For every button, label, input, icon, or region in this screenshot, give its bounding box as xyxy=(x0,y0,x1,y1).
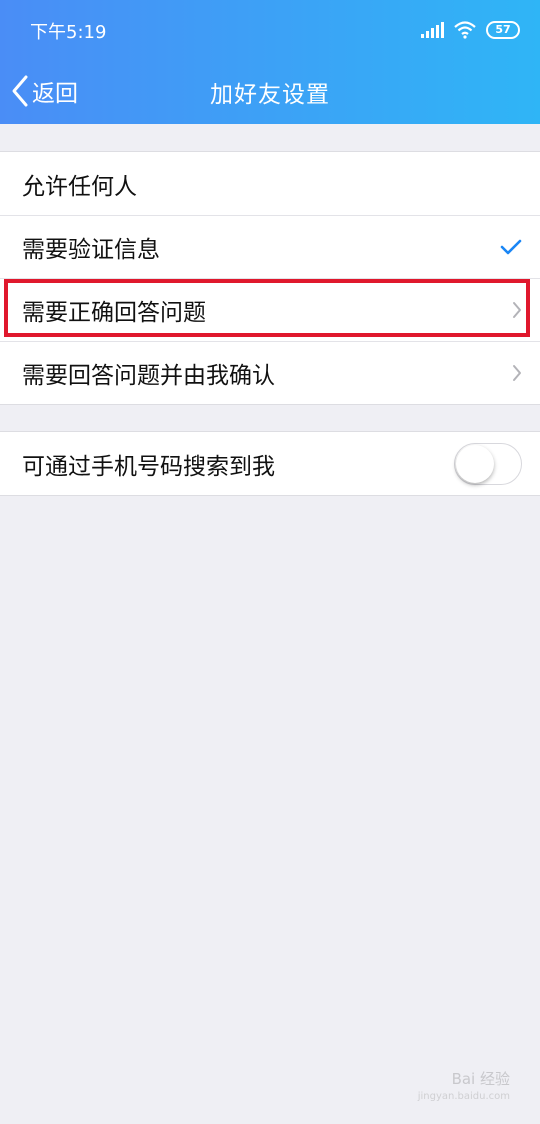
option-label: 允许任何人 xyxy=(22,173,137,200)
watermark-text: Bai 经验 xyxy=(451,1070,510,1088)
status-icons: 57 xyxy=(421,18,520,42)
option-label: 需要验证信息 xyxy=(22,236,160,263)
option-label: 需要回答问题并由我确认 xyxy=(22,362,275,389)
battery-icon: 57 xyxy=(486,21,520,39)
chevron-right-icon xyxy=(513,364,521,381)
option-label: 需要正确回答问题 xyxy=(22,299,206,326)
option-label: 可通过手机号码搜索到我 xyxy=(22,453,275,480)
page-title: 加好友设置 xyxy=(210,82,330,108)
wifi-icon xyxy=(454,21,476,39)
top-bar: 下午5:19 57 返回 加好友设置 xyxy=(0,0,540,124)
nav-bar: 返回 加好友设置 xyxy=(0,60,540,124)
status-time: 下午5:19 xyxy=(30,22,107,43)
watermark: Bai 经验 jingyan.baidu.com xyxy=(418,1070,510,1106)
watermark-sub: jingyan.baidu.com xyxy=(417,1091,510,1102)
toggle-knob xyxy=(456,444,494,483)
option-require-correct-answer[interactable]: 需要正确回答问题 xyxy=(0,278,540,341)
checkmark-icon xyxy=(500,239,522,254)
verification-options-group: 允许任何人 需要验证信息 需要正确回答问题 需要回答问题并由我确认 xyxy=(0,151,540,405)
status-bar: 下午5:19 57 xyxy=(0,0,540,60)
signal-icon xyxy=(421,22,444,38)
option-allow-anyone[interactable]: 允许任何人 xyxy=(0,152,540,215)
option-phone-search: 可通过手机号码搜索到我 xyxy=(0,432,540,495)
phone-search-toggle[interactable] xyxy=(454,442,522,485)
option-require-verification[interactable]: 需要验证信息 xyxy=(0,215,540,278)
chevron-right-icon xyxy=(513,301,521,318)
phone-search-group: 可通过手机号码搜索到我 xyxy=(0,431,540,496)
option-answer-and-confirm[interactable]: 需要回答问题并由我确认 xyxy=(0,341,540,404)
